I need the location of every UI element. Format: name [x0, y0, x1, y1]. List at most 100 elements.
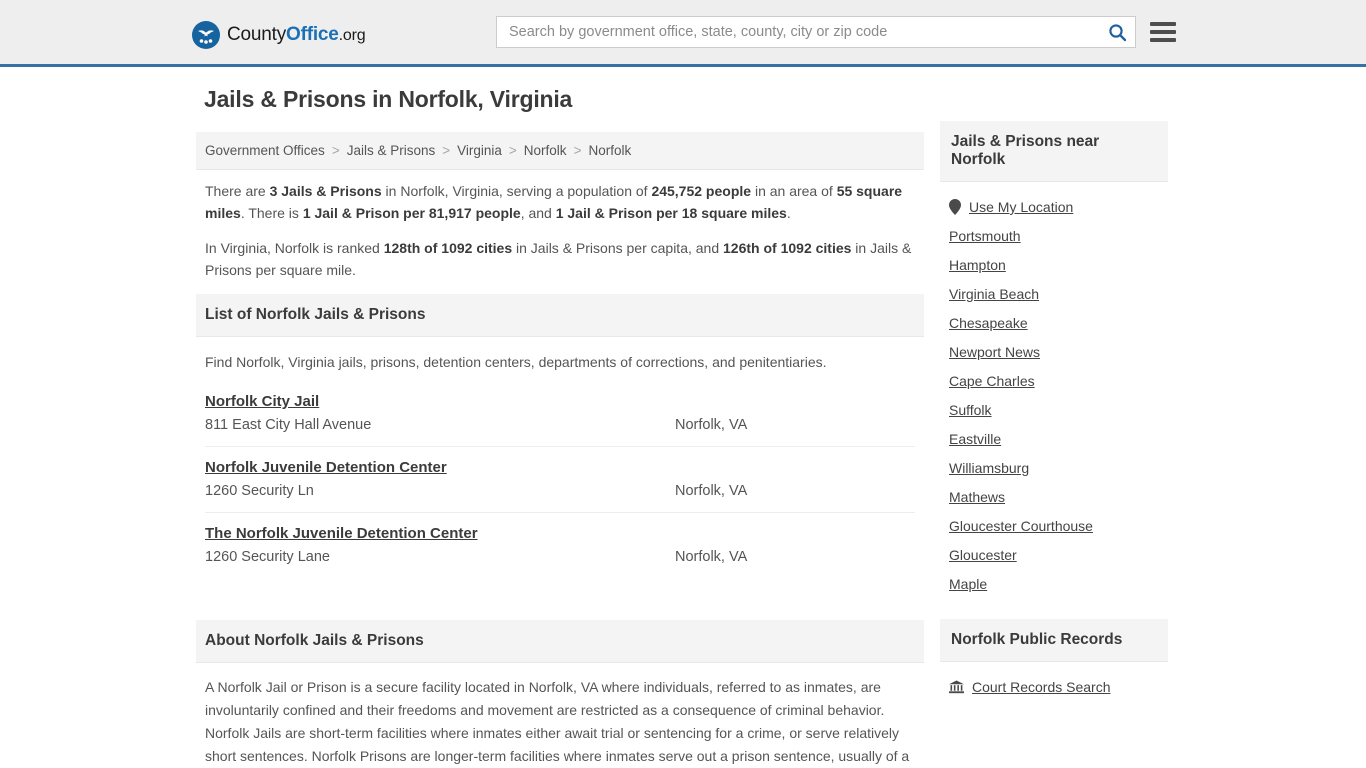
stats-text: In Virginia, Norfolk is ranked	[205, 240, 384, 256]
statistics-paragraph-2: In Virginia, Norfolk is ranked 128th of …	[205, 237, 915, 281]
statistics-summary: There are 3 Jails & Prisons in Norfolk, …	[196, 170, 924, 281]
nearby-city-link[interactable]: Maple	[949, 576, 987, 592]
breadcrumb-separator: >	[331, 143, 340, 158]
stats-text: There are	[205, 183, 270, 199]
breadcrumb-separator: >	[573, 143, 582, 158]
nearby-city-link[interactable]: Mathews	[949, 489, 1005, 505]
stats-text: , and	[520, 205, 556, 221]
stats-text: in Norfolk, Virginia, serving a populati…	[381, 183, 652, 199]
breadcrumb-item-jails-prisons[interactable]: Jails & Prisons	[347, 143, 436, 158]
nearby-city-link[interactable]: Cape Charles	[949, 373, 1035, 389]
listing-detail-line: 1260 Security Lane Norfolk, VA	[205, 549, 915, 565]
bank-building-icon	[949, 680, 964, 694]
breadcrumb-item-norfolk-city[interactable]: Norfolk	[588, 143, 631, 158]
listing-name-link[interactable]: The Norfolk Juvenile Detention Center	[205, 525, 478, 542]
sidebar-item-use-my-location[interactable]: Use My Location	[940, 193, 1168, 222]
sidebar: Jails & Prisons near Norfolk Use My Loca…	[940, 121, 1168, 702]
sidebar-item-suffolk[interactable]: Suffolk	[940, 396, 1168, 425]
stats-count: 3 Jails & Prisons	[269, 183, 382, 199]
listing-name-link[interactable]: Norfolk Juvenile Detention Center	[205, 459, 447, 476]
page-title: Jails & Prisons in Norfolk, Virginia	[204, 86, 573, 112]
sidebar-item-williamsburg[interactable]: Williamsburg	[940, 454, 1168, 483]
jails-listing: Norfolk City Jail 811 East City Hall Ave…	[196, 381, 924, 578]
sidebar-public-records-heading: Norfolk Public Records	[940, 619, 1168, 662]
sidebar-item-court-records-search[interactable]: Court Records Search	[940, 673, 1168, 702]
sidebar-nearby-heading: Jails & Prisons near Norfolk	[940, 121, 1168, 182]
sidebar-item-portsmouth[interactable]: Portsmouth	[940, 222, 1168, 251]
listing-city-state: Norfolk, VA	[675, 483, 748, 499]
nearby-city-link[interactable]: Newport News	[949, 344, 1040, 360]
sidebar-item-gloucester[interactable]: Gloucester	[940, 541, 1168, 570]
breadcrumb-separator: >	[508, 143, 517, 158]
listing-detail-line: 1260 Security Ln Norfolk, VA	[205, 483, 915, 499]
sidebar-public-records-list: Court Records Search	[940, 662, 1168, 702]
nearby-city-link[interactable]: Virginia Beach	[949, 286, 1039, 302]
list-section-heading: List of Norfolk Jails & Prisons	[196, 294, 924, 337]
logo-text-office: Office	[286, 24, 339, 45]
map-pin-icon	[949, 199, 961, 215]
sidebar-item-gloucester-courthouse[interactable]: Gloucester Courthouse	[940, 512, 1168, 541]
search-bar	[496, 16, 1136, 48]
stats-per-area: 1 Jail & Prison per 18 square miles	[555, 205, 787, 221]
search-button[interactable]	[1099, 17, 1135, 47]
nearby-city-link[interactable]: Chesapeake	[949, 315, 1028, 331]
listing-detail-line: 811 East City Hall Avenue Norfolk, VA	[205, 417, 915, 433]
search-input[interactable]	[497, 17, 1099, 47]
listing-address: 1260 Security Lane	[205, 549, 330, 565]
breadcrumb-item-virginia[interactable]: Virginia	[457, 143, 502, 158]
list-item: Norfolk Juvenile Detention Center 1260 S…	[205, 447, 915, 513]
listing-name-link[interactable]: Norfolk City Jail	[205, 393, 319, 410]
list-item: The Norfolk Juvenile Detention Center 12…	[205, 513, 915, 578]
about-section-body: A Norfolk Jail or Prison is a secure fac…	[196, 663, 924, 768]
logo-text-org: .org	[338, 27, 366, 44]
sidebar-item-newport-news[interactable]: Newport News	[940, 338, 1168, 367]
court-records-search-link[interactable]: Court Records Search	[972, 679, 1111, 695]
breadcrumb-separator: >	[442, 143, 451, 158]
hamburger-menu-icon[interactable]	[1150, 18, 1176, 46]
hamburger-bar	[1150, 30, 1176, 34]
nearby-city-link[interactable]: Suffolk	[949, 402, 992, 418]
listing-address: 1260 Security Ln	[205, 483, 314, 499]
breadcrumb-item-norfolk-county[interactable]: Norfolk	[524, 143, 567, 158]
list-item: Norfolk City Jail 811 East City Hall Ave…	[205, 381, 915, 447]
eagle-seal-icon	[192, 21, 220, 49]
stats-text: in an area of	[751, 183, 837, 199]
sidebar-nearby-list: Use My Location Portsmouth Hampton Virgi…	[940, 182, 1168, 599]
nearby-city-link[interactable]: Gloucester	[949, 547, 1017, 563]
nearby-city-link[interactable]: Williamsburg	[949, 460, 1029, 476]
nearby-city-link[interactable]: Portsmouth	[949, 228, 1021, 244]
about-section-heading: About Norfolk Jails & Prisons	[196, 620, 924, 663]
about-paragraph: A Norfolk Jail or Prison is a secure fac…	[205, 679, 910, 764]
nearby-city-link[interactable]: Gloucester Courthouse	[949, 518, 1093, 534]
logo-text-county: County	[227, 24, 287, 45]
sidebar-item-cape-charles[interactable]: Cape Charles	[940, 367, 1168, 396]
sidebar-item-eastville[interactable]: Eastville	[940, 425, 1168, 454]
stats-population: 245,752 people	[651, 183, 752, 199]
sidebar-item-mathews[interactable]: Mathews	[940, 483, 1168, 512]
use-my-location-link[interactable]: Use My Location	[969, 199, 1073, 215]
listing-address: 811 East City Hall Avenue	[205, 417, 372, 433]
hamburger-bar	[1150, 22, 1176, 26]
nearby-city-link[interactable]: Eastville	[949, 431, 1001, 447]
sidebar-item-virginia-beach[interactable]: Virginia Beach	[940, 280, 1168, 309]
main-content: Jails & Prisons in Norfolk, Virginia Gov…	[196, 86, 924, 768]
statistics-paragraph-1: There are 3 Jails & Prisons in Norfolk, …	[205, 180, 915, 224]
sidebar-item-maple[interactable]: Maple	[940, 570, 1168, 599]
nearby-city-link[interactable]: Hampton	[949, 257, 1006, 273]
stats-per-capita: 1 Jail & Prison per 81,917 people	[302, 205, 521, 221]
site-header: CountyOffice.org	[0, 0, 1366, 67]
listing-city-state: Norfolk, VA	[675, 417, 748, 433]
stats-text: in Jails & Prisons per capita, and	[512, 240, 724, 256]
stats-text: .	[786, 205, 791, 221]
sidebar-item-hampton[interactable]: Hampton	[940, 251, 1168, 280]
list-section-intro: Find Norfolk, Virginia jails, prisons, d…	[205, 354, 827, 370]
sidebar-item-chesapeake[interactable]: Chesapeake	[940, 309, 1168, 338]
search-icon	[1108, 23, 1126, 41]
listing-city-state: Norfolk, VA	[675, 549, 748, 565]
breadcrumb-item-government-offices[interactable]: Government Offices	[205, 143, 325, 158]
hamburger-bar	[1150, 38, 1176, 42]
stats-text: . There is	[240, 205, 303, 221]
site-logo[interactable]: CountyOffice.org	[192, 21, 366, 49]
stats-rank-capita: 128th of 1092 cities	[383, 240, 513, 256]
